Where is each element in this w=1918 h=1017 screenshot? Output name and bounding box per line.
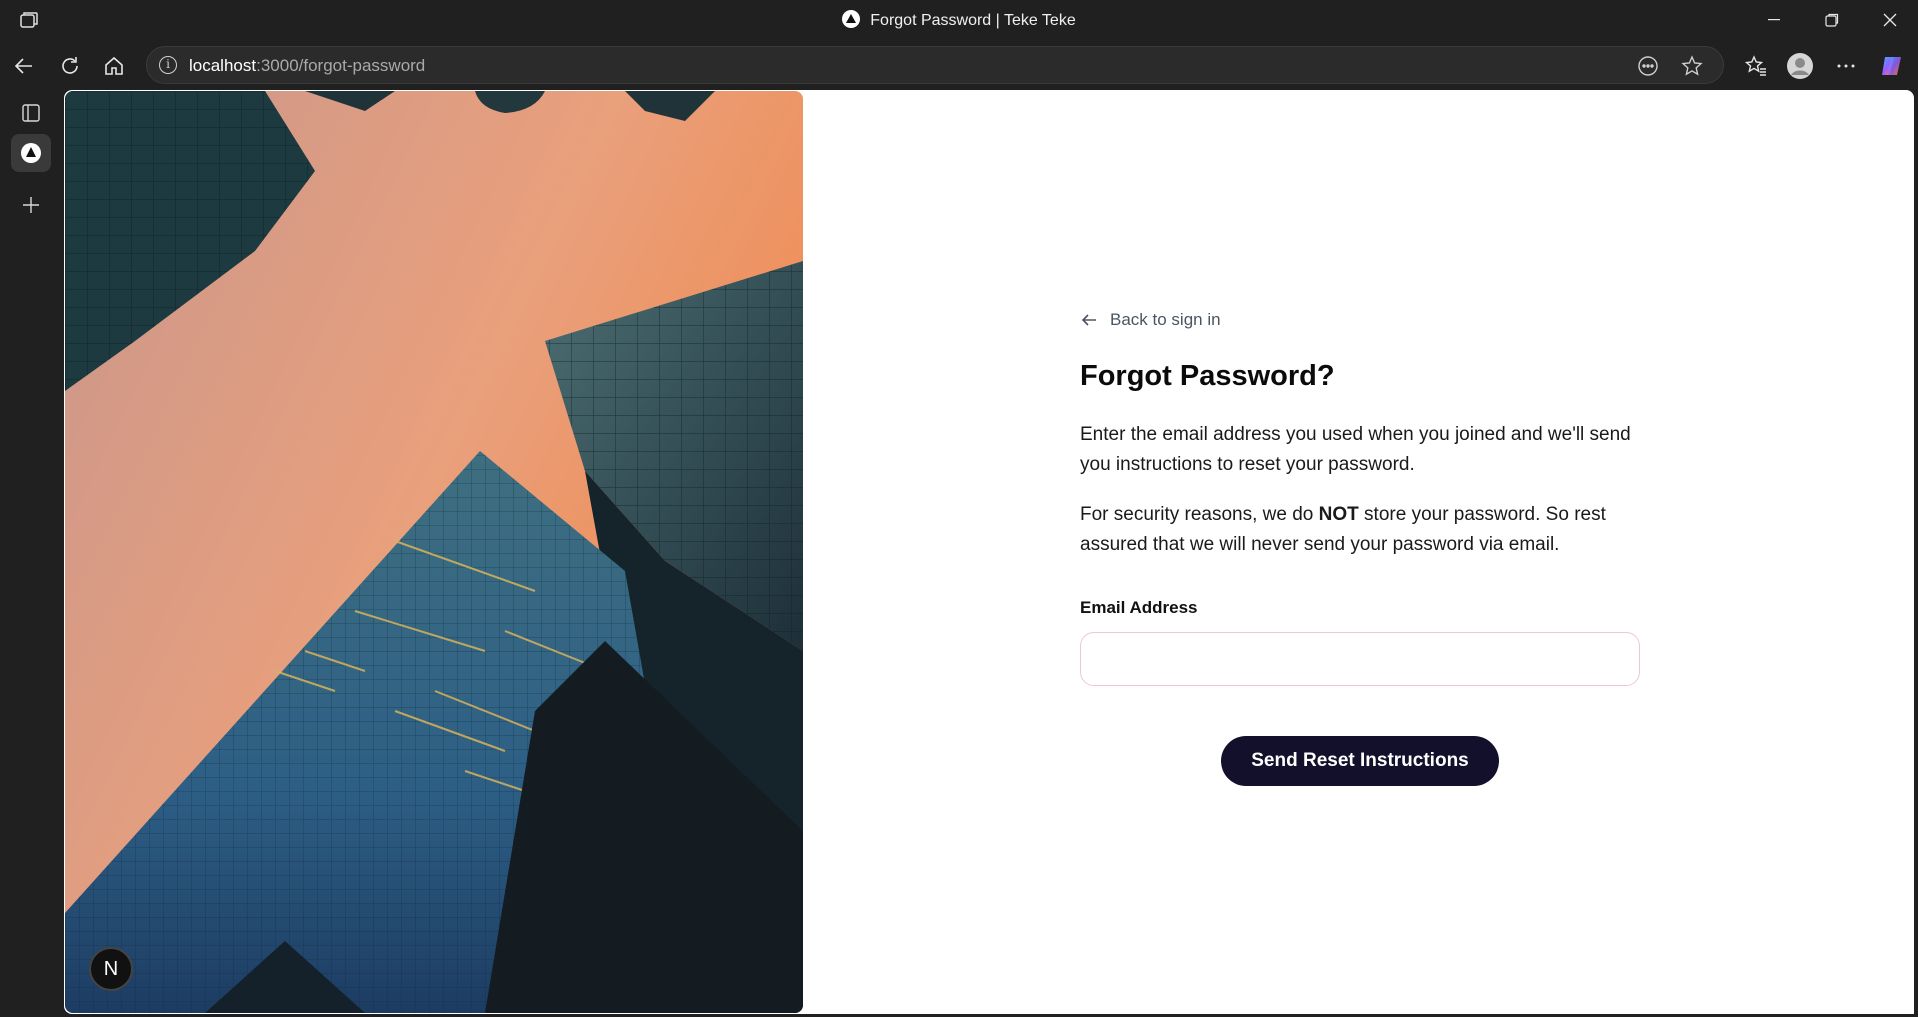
copilot-icon [1882,57,1901,75]
settings-more-button[interactable] [1830,50,1862,82]
close-button[interactable] [1862,0,1918,40]
avatar-icon [1787,53,1813,79]
send-reset-instructions-button[interactable]: Send Reset Instructions [1221,736,1499,786]
plus-icon [23,197,39,213]
restore-button[interactable] [1804,0,1860,40]
tab-panel-icon [22,104,40,122]
instructions-text: Enter the email address you used when yo… [1080,424,1631,475]
site-favicon-icon [842,10,861,28]
new-tab-button[interactable] [11,186,51,224]
title-bar: Forgot Password | Teke Teke [0,0,1918,40]
tab-forgot-password[interactable] [11,134,51,172]
refresh-button[interactable] [54,50,86,82]
security-note-text: For security reasons, we do NOT store yo… [1080,504,1606,555]
favorites-list-icon [1745,55,1766,76]
arrow-left-icon [14,58,32,74]
refresh-icon [62,57,78,74]
reading-mode-icon[interactable] [1637,55,1659,77]
restore-icon [1825,13,1839,27]
site-info-icon[interactable]: i [159,56,177,74]
nextjs-dev-badge[interactable]: N [89,947,133,991]
hero-image: N [65,91,803,1013]
back-button[interactable] [8,50,40,82]
home-button[interactable] [98,50,130,82]
page-viewport: N Back to sign in Forgot Password? Enter… [64,90,1914,1014]
url-text[interactable]: localhost:3000/forgot-password [189,56,425,76]
window-title: Forgot Password | Teke Teke [0,10,1918,30]
site-favicon-icon [21,143,41,163]
home-icon [105,56,123,75]
page-title: Forgot Password? [1080,360,1335,392]
copilot-button[interactable] [1876,50,1908,82]
browser-toolbar: i localhost:3000/forgot-password [0,40,1918,90]
minimize-button[interactable] [1746,0,1802,40]
arrow-left-icon [1081,314,1096,326]
tab-actions-button[interactable] [11,94,51,132]
favorite-star-icon[interactable] [1681,55,1703,77]
forgot-password-form: Back to sign in Forgot Password? Enter t… [1080,308,1640,786]
close-icon [1883,13,1897,27]
submit-container: Send Reset Instructions [1080,736,1640,786]
address-bar[interactable]: i localhost:3000/forgot-password [146,46,1724,84]
favorites-button[interactable] [1740,50,1772,82]
vertical-tabs-bar [0,90,60,1017]
back-to-sign-in-link[interactable]: Back to sign in [1080,308,1640,332]
profile-button[interactable] [1784,50,1816,82]
skyscrapers-illustration [65,91,803,1013]
minimize-icon [1768,19,1780,21]
more-horizontal-icon [1837,64,1855,68]
email-label: Email Address [1080,598,1198,617]
email-input[interactable] [1080,632,1640,686]
